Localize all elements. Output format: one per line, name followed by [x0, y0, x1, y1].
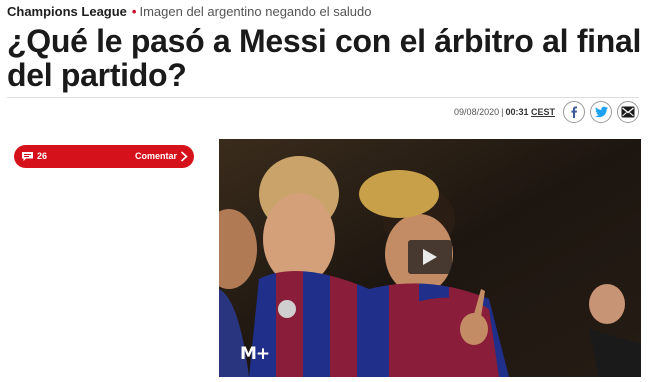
email-icon	[621, 106, 635, 118]
comment-count-wrap: 26	[22, 145, 47, 168]
comment-cta-label: Comentar	[134, 151, 177, 161]
facebook-icon	[571, 106, 577, 118]
comments-button[interactable]: 26 Comentar	[14, 145, 194, 168]
section-link[interactable]: Champions League	[7, 4, 127, 19]
broadcaster-watermark: M+	[240, 344, 270, 364]
publish-date: 09/08/2020	[454, 107, 500, 117]
facebook-share-button[interactable]	[563, 101, 585, 123]
twitter-share-button[interactable]	[590, 101, 612, 123]
kicker-bullet: •	[131, 4, 137, 19]
article-kicker: Champions League • Imagen del argentino ne…	[7, 4, 372, 20]
comment-count: 26	[37, 151, 48, 161]
divider	[7, 97, 639, 98]
publish-time: 00:31	[505, 107, 529, 117]
twitter-icon	[594, 106, 608, 118]
timezone-label: CEST	[530, 107, 555, 117]
email-share-button[interactable]	[617, 101, 639, 123]
meta-separator: |	[501, 107, 504, 117]
play-button[interactable]	[408, 240, 452, 274]
chevron-right-icon	[180, 151, 188, 162]
video-player[interactable]: M+	[219, 139, 641, 377]
article-headline: ¿Qué le pasó a Messi con el árbitro al f…	[7, 23, 642, 93]
speech-bubble-icon	[22, 152, 33, 161]
article-timestamp: 09/08/2020 | 00:31 CEST	[454, 106, 555, 118]
play-icon	[423, 249, 437, 265]
kicker-subtitle: Imagen del argentino negando el saludo	[139, 4, 372, 19]
